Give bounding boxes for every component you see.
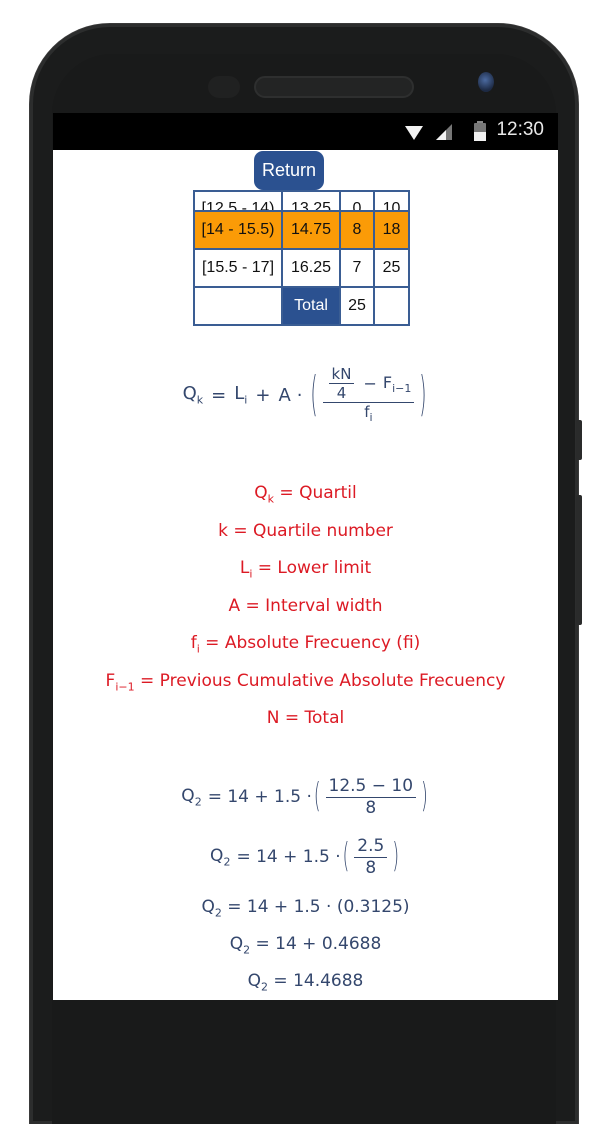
inner-fraction: kN 4 xyxy=(328,365,355,403)
table-row: [15.5 - 17] 16.25 7 25 xyxy=(193,248,410,288)
right-paren: ) xyxy=(421,777,428,817)
status-bar: 12:30 xyxy=(53,113,558,150)
frequency-table: [12.5 - 14) 13.25 0 10 [14 - 15.5) 14.75… xyxy=(193,190,410,326)
wifi-icon xyxy=(405,126,423,140)
interval-cell: [15.5 - 17] xyxy=(193,248,283,288)
calc-step-2: Q2 = 14 + 1.5 · ( 2.5 8 ) xyxy=(210,836,399,878)
left-paren: ( xyxy=(342,837,350,877)
formula-Li: Li xyxy=(234,383,248,407)
power-button[interactable] xyxy=(576,420,582,460)
left-paren: ( xyxy=(310,367,318,423)
calc-result: Q2 = 14.4688 xyxy=(247,971,364,994)
empty-cell xyxy=(373,286,410,326)
fi-cell: 7 xyxy=(339,248,375,288)
table-row-highlighted: [14 - 15.5) 14.75 8 18 xyxy=(193,210,410,250)
screen: 12:30 Return [12.5 - 14) 13.25 0 10 [14 … xyxy=(53,113,558,1000)
proximity-sensor xyxy=(208,76,240,98)
total-value: 25 xyxy=(339,286,375,326)
class-mark-cell: 16.25 xyxy=(281,248,341,288)
legend-total: N = Total xyxy=(266,708,345,728)
class-mark-cell: 14.75 xyxy=(281,210,341,250)
legend-quartil: Qk = Quartil xyxy=(254,483,357,506)
legend-previous-cumulative: Fi−1 = Previous Cumulative Absolute Frec… xyxy=(105,671,506,694)
formula-F: Fi−1 xyxy=(382,372,412,395)
legend-absolute-frequency: fi = Absolute Frecuency (fi) xyxy=(190,633,421,656)
cumulative-cell: 10 xyxy=(373,190,410,212)
legend-k: k = Quartile number xyxy=(218,521,393,541)
quartile-formula: Qk = Li + A · ( kN 4 − Fi−1 fi) xyxy=(53,350,558,440)
content-scroll-area[interactable]: Return [12.5 - 14) 13.25 0 10 [14 - 15.5… xyxy=(53,150,558,1000)
left-paren: ( xyxy=(313,777,321,817)
outer-denominator: fi xyxy=(364,403,373,425)
class-mark-cell: 13.25 xyxy=(281,190,341,212)
total-label: Total xyxy=(281,286,341,326)
table-total-row: Total 25 xyxy=(193,286,410,326)
fraction: 12.5 − 10 8 xyxy=(325,776,417,818)
right-paren: ) xyxy=(392,837,399,877)
table-row: [12.5 - 14) 13.25 0 10 xyxy=(193,190,410,212)
interval-cell: [14 - 15.5) xyxy=(193,210,283,250)
inner-numerator: kN xyxy=(331,365,352,384)
formula-lhs: Qk xyxy=(182,383,204,407)
front-camera-icon xyxy=(478,72,494,92)
legend-lower-limit: Li = Lower limit xyxy=(239,558,372,581)
return-button[interactable]: Return xyxy=(254,151,324,190)
cell-signal-icon xyxy=(436,124,452,140)
fi-cell: 0 xyxy=(339,190,375,212)
equals-sign: = xyxy=(211,384,227,406)
earpiece-speaker xyxy=(254,76,414,98)
fraction: 2.5 8 xyxy=(354,836,388,878)
battery-icon xyxy=(474,121,486,141)
clock: 12:30 xyxy=(496,119,544,140)
outer-fraction: kN 4 − Fi−1 fi xyxy=(322,365,415,425)
legend-interval-width: A = Interval width xyxy=(228,596,383,616)
volume-rocker[interactable] xyxy=(576,495,582,625)
inner-denominator: 4 xyxy=(336,384,347,403)
calc-step-3: Q2 = 14 + 1.5 · (0.3125) xyxy=(201,897,410,920)
interval-cell: [12.5 - 14) xyxy=(193,190,283,212)
outer-numerator: kN 4 − Fi−1 xyxy=(323,365,415,402)
dot-operator: · xyxy=(296,384,303,406)
plus-sign: + xyxy=(255,384,271,406)
right-paren: ) xyxy=(419,367,427,423)
calc-step-1: Q2 = 14 + 1.5 · ( 12.5 − 10 8 ) xyxy=(181,776,428,818)
empty-cell xyxy=(193,286,283,326)
calc-step-4: Q2 = 14 + 0.4688 xyxy=(229,934,382,957)
cumulative-cell: 25 xyxy=(373,248,410,288)
fi-cell: 8 xyxy=(339,210,375,250)
minus-sign: − xyxy=(363,374,377,394)
cumulative-cell: 18 xyxy=(373,210,410,250)
formula-A: A xyxy=(278,384,291,406)
